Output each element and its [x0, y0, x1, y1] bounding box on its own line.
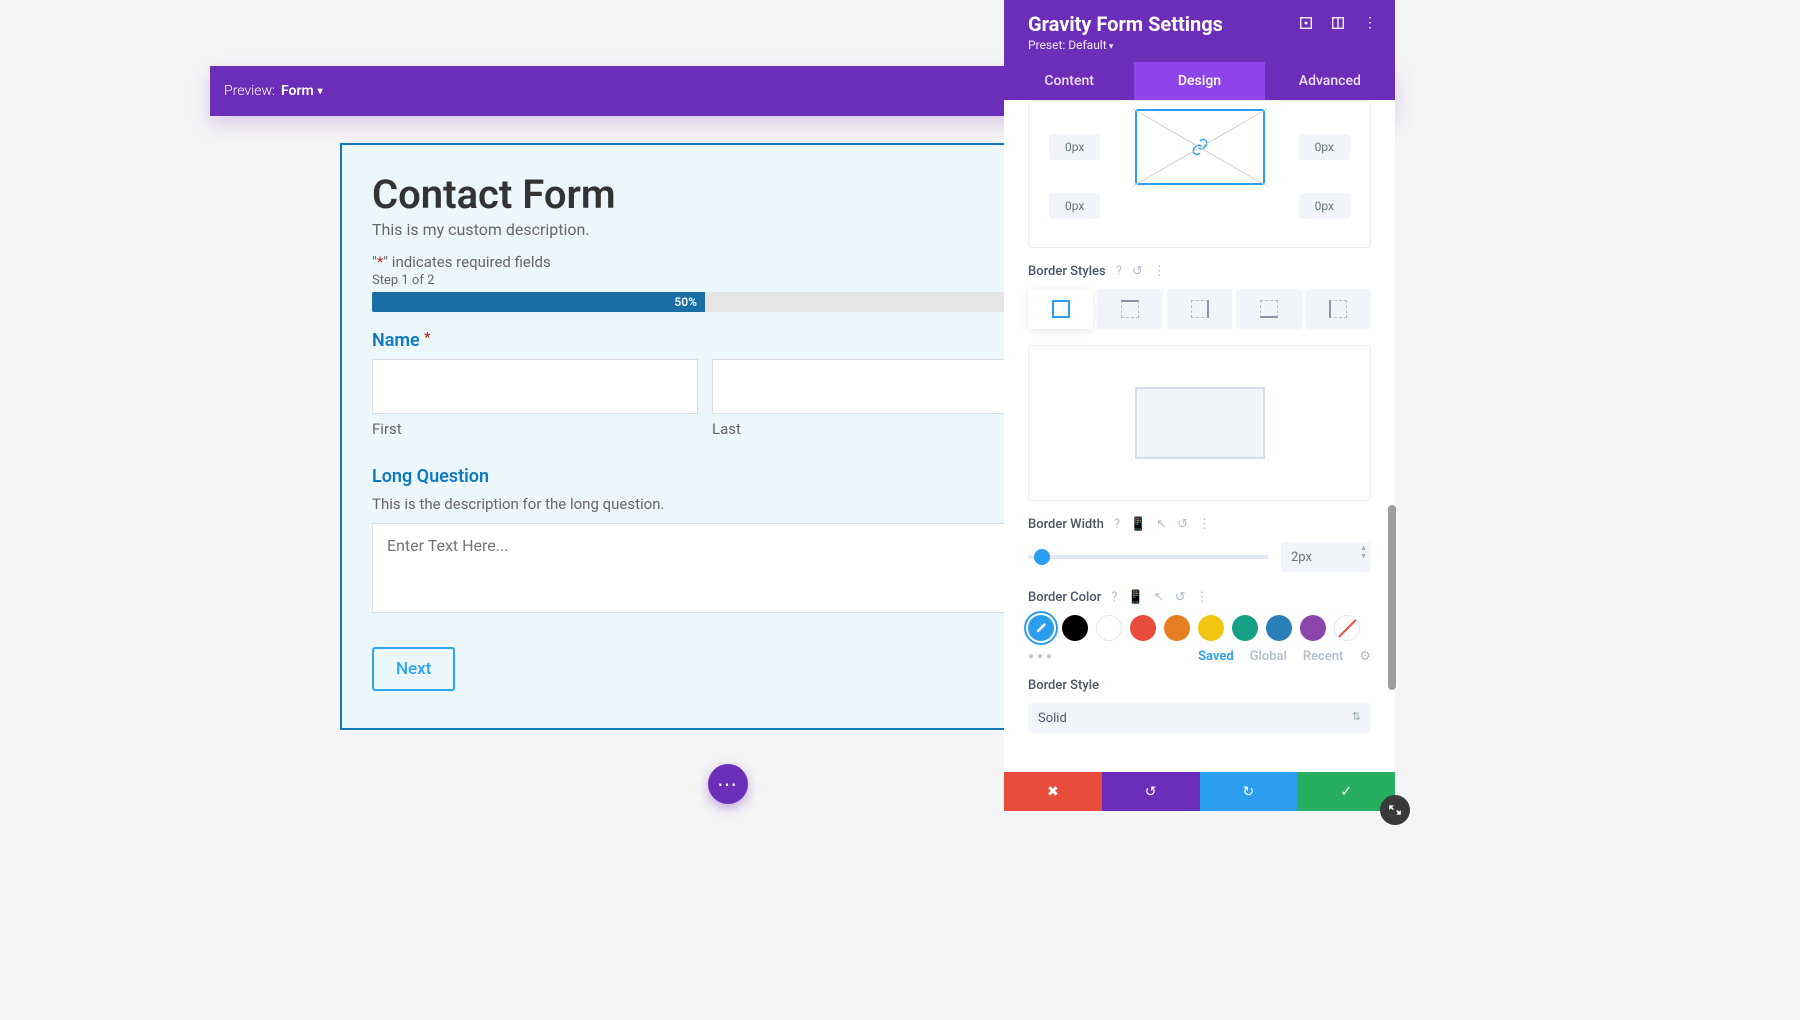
kebab-icon[interactable]: ⋮ [1198, 517, 1211, 532]
preview-label: Preview: [224, 83, 275, 99]
last-name-input[interactable] [712, 359, 1038, 414]
border-preview-inner [1135, 387, 1265, 459]
color-black[interactable] [1062, 615, 1088, 641]
panel-body: 0px 0px 0px 0px Border Styles ? ↺ ⋮ [1004, 100, 1395, 772]
reset-icon[interactable]: ↺ [1177, 517, 1188, 532]
border-color-row: Border Color ? 📱 ↖ ↺ ⋮ [1028, 590, 1371, 605]
form-preview: Contact Form This is my custom descripti… [340, 143, 1070, 730]
form-description: This is my custom description. [372, 220, 1038, 239]
mobile-icon[interactable]: 📱 [1127, 590, 1143, 605]
first-name-input[interactable] [372, 359, 698, 414]
border-style-select-row: Solid [1028, 703, 1371, 733]
color-swatches [1028, 615, 1371, 641]
tab-content[interactable]: Content [1004, 62, 1134, 100]
panel-tabs: Content Design Advanced [1004, 62, 1395, 100]
progress-bar: 50% [372, 292, 1038, 312]
border-top[interactable] [1097, 289, 1162, 329]
name-row: First Last [372, 359, 1038, 438]
border-width-row: Border Width ? 📱 ↖ ↺ ⋮ [1028, 517, 1371, 532]
panel-scrollbar[interactable] [1388, 505, 1396, 690]
preset-dropdown[interactable]: Preset: Default [1028, 38, 1371, 52]
border-styles-row: Border Styles ? ↺ ⋮ [1028, 264, 1371, 279]
more-options-fab[interactable]: ⋯ [708, 764, 748, 804]
color-orange[interactable] [1164, 615, 1190, 641]
border-bottom[interactable] [1236, 289, 1301, 329]
kebab-menu-icon[interactable]: ⋮ [1363, 16, 1377, 30]
settings-panel: Gravity Form Settings Preset: Default ⋮ … [1004, 0, 1395, 811]
cursor-icon[interactable]: ↖ [1154, 590, 1165, 605]
margin-box[interactable] [1135, 109, 1265, 185]
last-name-sublabel: Last [712, 420, 1038, 438]
color-tab-saved[interactable]: Saved [1198, 649, 1234, 664]
border-style-label: Border Style [1028, 678, 1099, 693]
border-width-slider-row: 2px ▲▼ [1028, 542, 1371, 572]
long-question-desc: This is the description for the long que… [372, 495, 1038, 513]
color-eyedropper[interactable] [1028, 615, 1054, 641]
border-style-row: Border Style [1028, 678, 1371, 693]
margin-top-right[interactable]: 0px [1299, 134, 1350, 160]
next-button[interactable]: Next [372, 647, 455, 691]
reset-icon[interactable]: ↺ [1132, 264, 1143, 279]
color-blue[interactable] [1266, 615, 1292, 641]
border-preview [1028, 345, 1371, 501]
border-style-select[interactable]: Solid [1028, 703, 1371, 733]
tab-advanced[interactable]: Advanced [1265, 62, 1395, 100]
slider-thumb[interactable] [1034, 549, 1050, 565]
help-fab[interactable] [1380, 795, 1410, 825]
margin-bottom-right[interactable]: 0px [1299, 193, 1350, 219]
name-field-label: Name * [372, 330, 1038, 351]
expand-icon[interactable] [1299, 16, 1313, 30]
color-white[interactable] [1096, 615, 1122, 641]
color-purple[interactable] [1300, 615, 1326, 641]
border-color-label: Border Color [1028, 590, 1101, 605]
color-tab-global[interactable]: Global [1250, 649, 1287, 664]
required-fields-note: "*" indicates required fields [372, 253, 1038, 271]
cancel-button[interactable]: ✖ [1004, 772, 1102, 811]
long-question-label: Long Question [372, 466, 1038, 487]
color-none[interactable] [1334, 615, 1360, 641]
color-tabs: ●●● Saved Global Recent ⚙ [1028, 649, 1371, 664]
help-icon[interactable]: ? [1111, 590, 1117, 605]
kebab-icon[interactable]: ⋮ [1195, 590, 1208, 605]
expand-arrows-icon [1388, 803, 1402, 817]
border-width-slider[interactable] [1028, 555, 1269, 559]
panel-footer: ✖ ↺ ↻ ✓ [1004, 772, 1395, 811]
form-title: Contact Form [372, 171, 1038, 218]
border-width-label: Border Width [1028, 517, 1104, 532]
stepper[interactable]: ▲▼ [1360, 544, 1367, 560]
step-indicator: Step 1 of 2 [372, 273, 1038, 288]
margin-bottom-left[interactable]: 0px [1049, 193, 1100, 219]
more-colors-icon[interactable]: ●●● [1028, 651, 1055, 662]
help-icon[interactable]: ? [1114, 517, 1120, 532]
kebab-icon[interactable]: ⋮ [1153, 264, 1166, 279]
link-icon [1191, 138, 1209, 156]
cursor-icon[interactable]: ↖ [1156, 517, 1167, 532]
preview-target-dropdown[interactable]: Form [281, 83, 323, 99]
reset-icon[interactable]: ↺ [1175, 590, 1186, 605]
columns-icon[interactable] [1331, 16, 1345, 30]
color-red[interactable] [1130, 615, 1156, 641]
color-tab-recent[interactable]: Recent [1303, 649, 1343, 664]
required-asterisk: * [424, 330, 430, 346]
gear-icon[interactable]: ⚙ [1359, 649, 1371, 664]
color-green[interactable] [1232, 615, 1258, 641]
border-width-value[interactable]: 2px ▲▼ [1281, 542, 1371, 572]
margin-top-left[interactable]: 0px [1049, 134, 1100, 160]
border-styles-options [1028, 289, 1371, 329]
border-styles-label: Border Styles [1028, 264, 1106, 279]
help-icon[interactable]: ? [1116, 264, 1122, 279]
first-name-sublabel: First [372, 420, 698, 438]
margin-preview: 0px 0px 0px 0px [1028, 100, 1371, 248]
tab-design[interactable]: Design [1134, 62, 1264, 100]
redo-button[interactable]: ↻ [1200, 772, 1298, 811]
long-question-textarea[interactable] [372, 523, 1038, 613]
progress-fill: 50% [372, 292, 705, 312]
border-left[interactable] [1306, 289, 1371, 329]
color-yellow[interactable] [1198, 615, 1224, 641]
panel-header: Gravity Form Settings Preset: Default ⋮ [1004, 0, 1395, 62]
undo-button[interactable]: ↺ [1102, 772, 1200, 811]
border-all[interactable] [1028, 289, 1093, 329]
mobile-icon[interactable]: 📱 [1130, 517, 1146, 532]
border-right[interactable] [1167, 289, 1232, 329]
